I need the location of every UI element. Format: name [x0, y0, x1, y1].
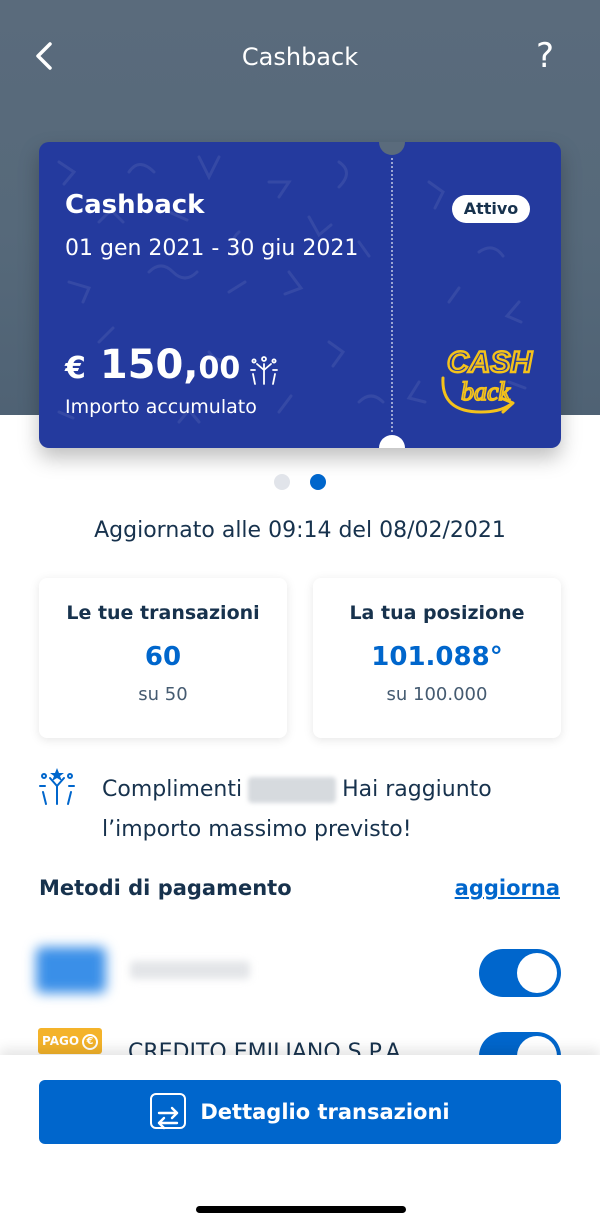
payment-method-row — [0, 937, 600, 1007]
transactions-card: Le tue transazioni 60 su 50 — [39, 578, 287, 738]
position-value: 101.088° — [371, 642, 503, 672]
logo-text-cash: CASH — [447, 346, 533, 379]
position-card: La tua posizione 101.088° su 100.000 — [313, 578, 561, 738]
congrats-prefix: Complimenti — [102, 777, 243, 802]
carousel-pager — [0, 474, 600, 494]
amount-label: Importo accumulato — [65, 396, 257, 418]
position-total: su 100.000 — [386, 684, 488, 705]
card-name-redacted — [130, 961, 250, 979]
cashback-logo: CASH back — [441, 345, 535, 414]
cashback-card[interactable]: Cashback 01 gen 2021 - 30 giu 2021 Attiv… — [39, 142, 561, 448]
amount-integer: 150, — [99, 342, 199, 388]
payment-method-toggle[interactable] — [479, 949, 561, 997]
logo-text-back: back — [461, 377, 511, 406]
ticket-perforation — [391, 158, 393, 432]
bottom-action-bar: Dettaglio transazioni — [0, 1055, 600, 1226]
pager-dot-1[interactable] — [274, 474, 291, 490]
amount-decimals: 00 — [198, 351, 241, 386]
pago-logo-text: PAGO — [42, 1034, 80, 1048]
card-title: Cashback — [65, 190, 205, 220]
page-title: Cashback — [241, 43, 359, 71]
transaction-details-button[interactable]: Dettaglio transazioni — [39, 1080, 561, 1144]
celebration-icon — [39, 768, 75, 805]
last-updated-text: Aggiornato alle 09:14 del 08/02/2021 — [94, 518, 506, 543]
redacted-username — [248, 777, 337, 803]
payment-methods-title: Metodi di pagamento — [39, 876, 292, 900]
cta-label: Dettaglio transazioni — [200, 1100, 450, 1124]
home-indicator — [196, 1206, 406, 1213]
currency-symbol: € — [65, 351, 86, 386]
pagobancomat-logo: PAGO € — [38, 1028, 102, 1054]
swap-arrows-icon — [150, 1093, 187, 1130]
pager-dot-2[interactable] — [309, 474, 326, 490]
position-title: La tua posizione — [349, 602, 525, 624]
help-icon[interactable]: ? — [530, 34, 560, 78]
pago-e-icon: € — [82, 1033, 99, 1050]
transactions-title: Le tue transazioni — [66, 602, 260, 624]
top-navigation-bar: Cashback ? — [0, 0, 600, 115]
status-badge: Attivo — [452, 195, 530, 223]
transactions-target: su 50 — [138, 684, 188, 705]
card-thumbnail — [36, 947, 106, 993]
congratulations-message: Complimenti Hai raggiunto l’importo massi… — [102, 770, 562, 850]
accumulated-amount: € 150,00 — [65, 342, 240, 388]
card-period: 01 gen 2021 - 30 giu 2021 — [65, 236, 359, 261]
update-link[interactable]: aggiorna — [455, 876, 560, 900]
toggle-knob — [517, 953, 557, 993]
fireworks-icon — [250, 356, 278, 385]
transactions-value: 60 — [144, 642, 182, 672]
